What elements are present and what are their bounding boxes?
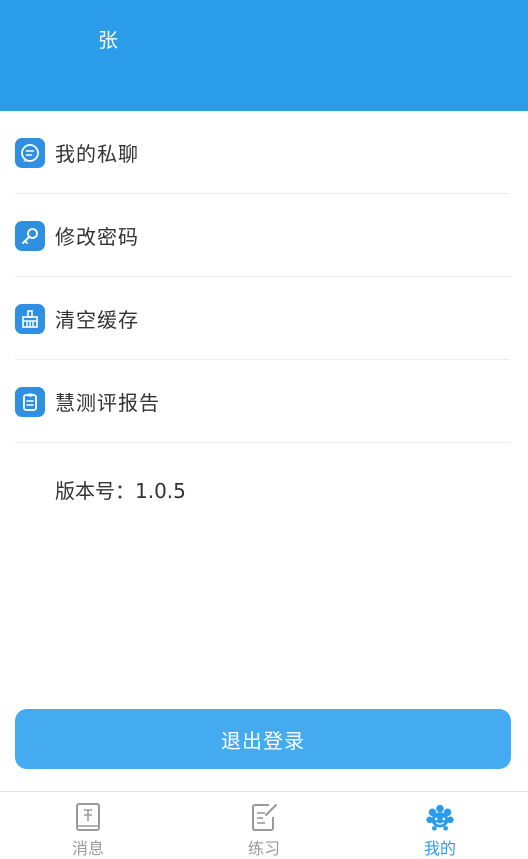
message-book-icon bbox=[72, 801, 104, 833]
chat-bubble-icon bbox=[15, 137, 45, 168]
tab-label: 练习 bbox=[247, 839, 280, 858]
user-name: 张 bbox=[98, 28, 118, 52]
version-label: 版本号：1.0.5 bbox=[55, 479, 186, 503]
menu-item-label: 慧测评报告 bbox=[55, 391, 160, 415]
edit-note-icon bbox=[248, 801, 280, 833]
key-icon bbox=[15, 220, 45, 251]
profile-header: 张 bbox=[0, 0, 528, 111]
profile-flower-icon bbox=[424, 801, 456, 833]
tab-label: 我的 bbox=[423, 839, 456, 858]
menu-item-private-chat[interactable]: 我的私聊 bbox=[0, 111, 528, 194]
menu-item-clear-cache[interactable]: 清空缓存 bbox=[0, 277, 528, 360]
menu-item-change-password[interactable]: 修改密码 bbox=[0, 194, 528, 277]
menu-item-label: 修改密码 bbox=[55, 225, 139, 249]
menu-item-label: 我的私聊 bbox=[55, 142, 139, 166]
clipboard-icon bbox=[15, 386, 45, 417]
bottom-tab-bar: 消息 练习 我的 bbox=[0, 791, 528, 859]
tab-label: 消息 bbox=[71, 839, 104, 858]
settings-menu: 我的私聊 修改密码 清空缓存 慧测评报告 bbox=[0, 111, 528, 443]
broom-icon bbox=[15, 303, 45, 334]
tab-messages[interactable]: 消息 bbox=[0, 792, 176, 859]
menu-item-assessment-report[interactable]: 慧测评报告 bbox=[0, 360, 528, 443]
logout-button[interactable]: 退出登录 bbox=[15, 709, 511, 769]
tab-practice[interactable]: 练习 bbox=[176, 792, 352, 859]
menu-item-label: 清空缓存 bbox=[55, 308, 139, 332]
tab-mine[interactable]: 我的 bbox=[352, 792, 528, 859]
